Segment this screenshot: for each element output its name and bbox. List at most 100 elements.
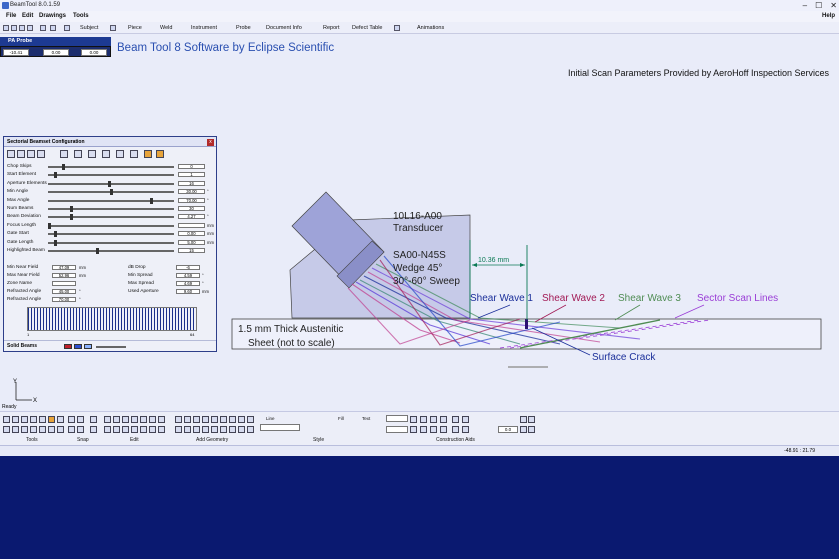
summary-value[interactable] (52, 281, 76, 286)
drawing-tool-icon[interactable] (68, 426, 75, 433)
drawing-tool-icon[interactable] (430, 426, 437, 433)
drawing-tool-icon[interactable] (3, 416, 10, 423)
param-slider[interactable] (48, 231, 174, 238)
drawing-tool-icon[interactable] (211, 416, 218, 423)
dialog-close-button[interactable]: x (207, 139, 214, 146)
drawing-tool-icon[interactable] (520, 416, 527, 423)
param-value[interactable]: 30.00 (178, 189, 205, 195)
slider-thumb[interactable] (48, 222, 51, 229)
drawing-tool-icon[interactable] (113, 426, 120, 433)
drawing-tool-icon[interactable] (140, 426, 147, 433)
param-value[interactable]: 0 (178, 164, 205, 169)
slider-thumb[interactable] (54, 231, 57, 238)
drawing-tool-icon[interactable] (113, 416, 120, 423)
color-swatch[interactable] (74, 344, 82, 349)
drawing-tool-icon[interactable] (90, 426, 97, 433)
param-slider[interactable] (48, 214, 174, 221)
drawing-tool-icon[interactable] (528, 416, 535, 423)
summary-value[interactable]: 47.09 (52, 265, 76, 270)
drawing-tool-icon[interactable] (175, 416, 182, 423)
drawing-tool-icon[interactable] (90, 416, 97, 423)
param-slider[interactable] (48, 197, 174, 204)
drawing-tool-icon[interactable] (57, 416, 64, 423)
summary-value[interactable]: 4.59 (176, 273, 200, 278)
color-swatch[interactable] (84, 344, 92, 349)
drawing-tool-icon[interactable] (122, 416, 129, 423)
slider-thumb[interactable] (110, 189, 114, 196)
drawing-tool-icon[interactable] (528, 426, 535, 433)
drawing-tool-icon[interactable] (149, 416, 156, 423)
drawing-tool-icon[interactable] (39, 416, 46, 423)
param-value[interactable]: 70.00 (178, 197, 205, 203)
drawing-tool-icon[interactable] (12, 426, 19, 433)
param-value[interactable]: 16 (178, 180, 205, 186)
param-slider[interactable] (48, 239, 174, 246)
drawing-tool-icon[interactable] (193, 426, 200, 433)
param-value[interactable]: 0.00 (178, 231, 205, 237)
drawing-tool-icon[interactable] (211, 426, 218, 433)
element-strip[interactable] (27, 307, 197, 331)
drawing-tool-icon[interactable] (77, 426, 84, 433)
drawing-tool-icon[interactable] (122, 426, 129, 433)
style-field-1[interactable] (386, 415, 408, 422)
opacity-slider[interactable] (96, 346, 126, 348)
drawing-tool-icon[interactable] (440, 416, 447, 423)
drawing-tool-icon[interactable] (21, 416, 28, 423)
param-slider[interactable] (48, 248, 174, 254)
beam-tool-icon[interactable] (17, 150, 25, 158)
summary-value[interactable]: 9.60 (176, 289, 200, 294)
param-value[interactable]: 1 (178, 172, 205, 178)
param-value[interactable]: 30 (178, 206, 205, 211)
beam-tool-icon[interactable] (74, 150, 82, 158)
drawing-tool-icon[interactable] (229, 426, 236, 433)
line-style-field[interactable] (260, 424, 300, 431)
beam-tool-icon[interactable] (102, 150, 110, 158)
drawing-tool-icon[interactable] (229, 416, 236, 423)
summary-value[interactable]: -6 (176, 265, 200, 270)
drawing-tool-icon[interactable] (520, 426, 527, 433)
drawing-tool-icon[interactable] (420, 426, 427, 433)
param-value[interactable]: 4.27 (178, 214, 205, 220)
drawing-tool-icon[interactable] (420, 416, 427, 423)
slider-thumb[interactable] (69, 206, 73, 212)
drawing-tool-icon[interactable] (140, 416, 147, 423)
beam-tool-icon[interactable] (156, 150, 164, 158)
drawing-tool-icon[interactable] (410, 426, 417, 433)
style-field-2[interactable] (386, 426, 408, 433)
drawing-tool-icon[interactable] (220, 416, 227, 423)
drawing-tool-icon[interactable] (39, 426, 46, 433)
drawing-tool-icon[interactable] (184, 416, 191, 423)
summary-value[interactable]: 45.00 (52, 289, 76, 294)
drawing-tool-icon[interactable] (238, 426, 245, 433)
drawing-tool-icon[interactable] (104, 416, 111, 423)
slider-thumb[interactable] (69, 214, 73, 221)
drawing-tool-icon[interactable] (193, 416, 200, 423)
slider-thumb[interactable] (108, 180, 111, 187)
drawing-tool-icon[interactable] (48, 416, 55, 423)
drawing-tool-icon[interactable] (149, 426, 156, 433)
drawing-tool-icon[interactable] (440, 426, 447, 433)
drawing-tool-icon[interactable] (247, 426, 254, 433)
summary-value[interactable]: 52.96 (52, 273, 76, 278)
slider-thumb[interactable] (54, 172, 57, 179)
drawing-tool-icon[interactable] (184, 426, 191, 433)
drawing-tool-icon[interactable] (462, 426, 469, 433)
beam-tool-icon[interactable] (130, 150, 138, 158)
drawing-tool-icon[interactable] (247, 416, 254, 423)
beam-tool-icon[interactable] (37, 150, 45, 158)
color-swatch[interactable] (64, 344, 72, 349)
beam-tool-icon[interactable] (7, 150, 15, 158)
slider-thumb[interactable] (150, 197, 153, 204)
param-slider[interactable] (48, 180, 174, 187)
slider-thumb[interactable] (96, 248, 99, 254)
summary-value[interactable]: 70.00 (52, 297, 76, 302)
slider-thumb[interactable] (62, 164, 66, 170)
param-slider[interactable] (48, 172, 174, 179)
drawing-tool-icon[interactable] (30, 426, 37, 433)
drawing-tool-icon[interactable] (430, 416, 437, 423)
param-value[interactable]: 15 (178, 248, 205, 253)
drawing-tool-icon[interactable] (104, 426, 111, 433)
drawing-tool-icon[interactable] (21, 426, 28, 433)
drawing-tool-icon[interactable] (3, 426, 10, 433)
drawing-tool-icon[interactable] (452, 426, 459, 433)
